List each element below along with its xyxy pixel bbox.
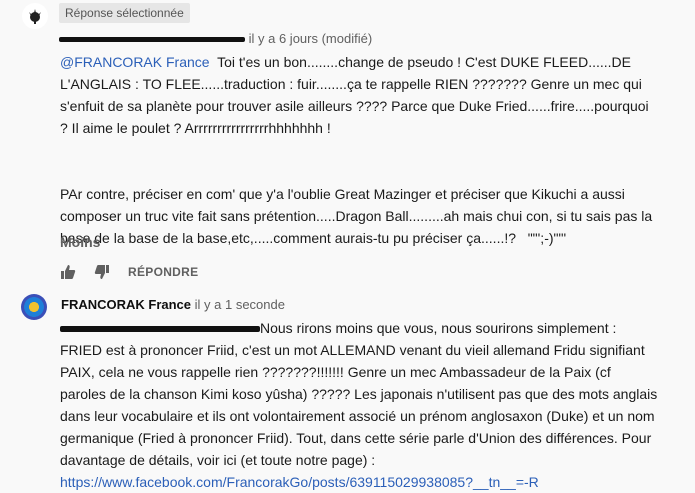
redacted-author[interactable] <box>59 37 245 43</box>
comment-header: il y a 6 jours (modifié) <box>59 31 372 46</box>
comment-timestamp[interactable]: il y a 1 seconde <box>195 297 285 312</box>
avatar-francorak-icon <box>24 297 44 317</box>
thumbs-down-icon[interactable] <box>94 264 110 280</box>
avatar[interactable] <box>21 294 47 320</box>
comment-actions: RÉPONDRE <box>60 262 198 282</box>
comment-text-body: Nous rirons moins que vous, nous souriro… <box>60 320 662 468</box>
avatar[interactable] <box>22 3 48 29</box>
comment-timestamp[interactable]: il y a 6 jours (modifié) <box>249 31 373 46</box>
comment-text-body: Toi t'es un bon........change de pseudo … <box>60 54 653 246</box>
show-less-button[interactable]: Moins <box>60 234 100 250</box>
redacted-mention[interactable] <box>60 326 260 333</box>
reply-button[interactable]: RÉPONDRE <box>128 265 198 279</box>
selected-reply-badge: Réponse sélectionnée <box>59 3 190 23</box>
mention-link[interactable]: @FRANCORAK France <box>60 54 210 70</box>
comment-author[interactable]: FRANCORAK France <box>61 297 191 312</box>
comment-text: Nous rirons moins que vous, nous souriro… <box>60 317 660 493</box>
thumbs-up-icon[interactable] <box>60 264 76 280</box>
external-link[interactable]: https://www.facebook.com/FrancorakGo/pos… <box>60 474 539 490</box>
comment-header: FRANCORAK France il y a 1 seconde <box>61 297 285 312</box>
avatar-emblem-icon <box>29 9 41 24</box>
comment-text: @FRANCORAK France Toi t'es un bon.......… <box>60 51 660 249</box>
